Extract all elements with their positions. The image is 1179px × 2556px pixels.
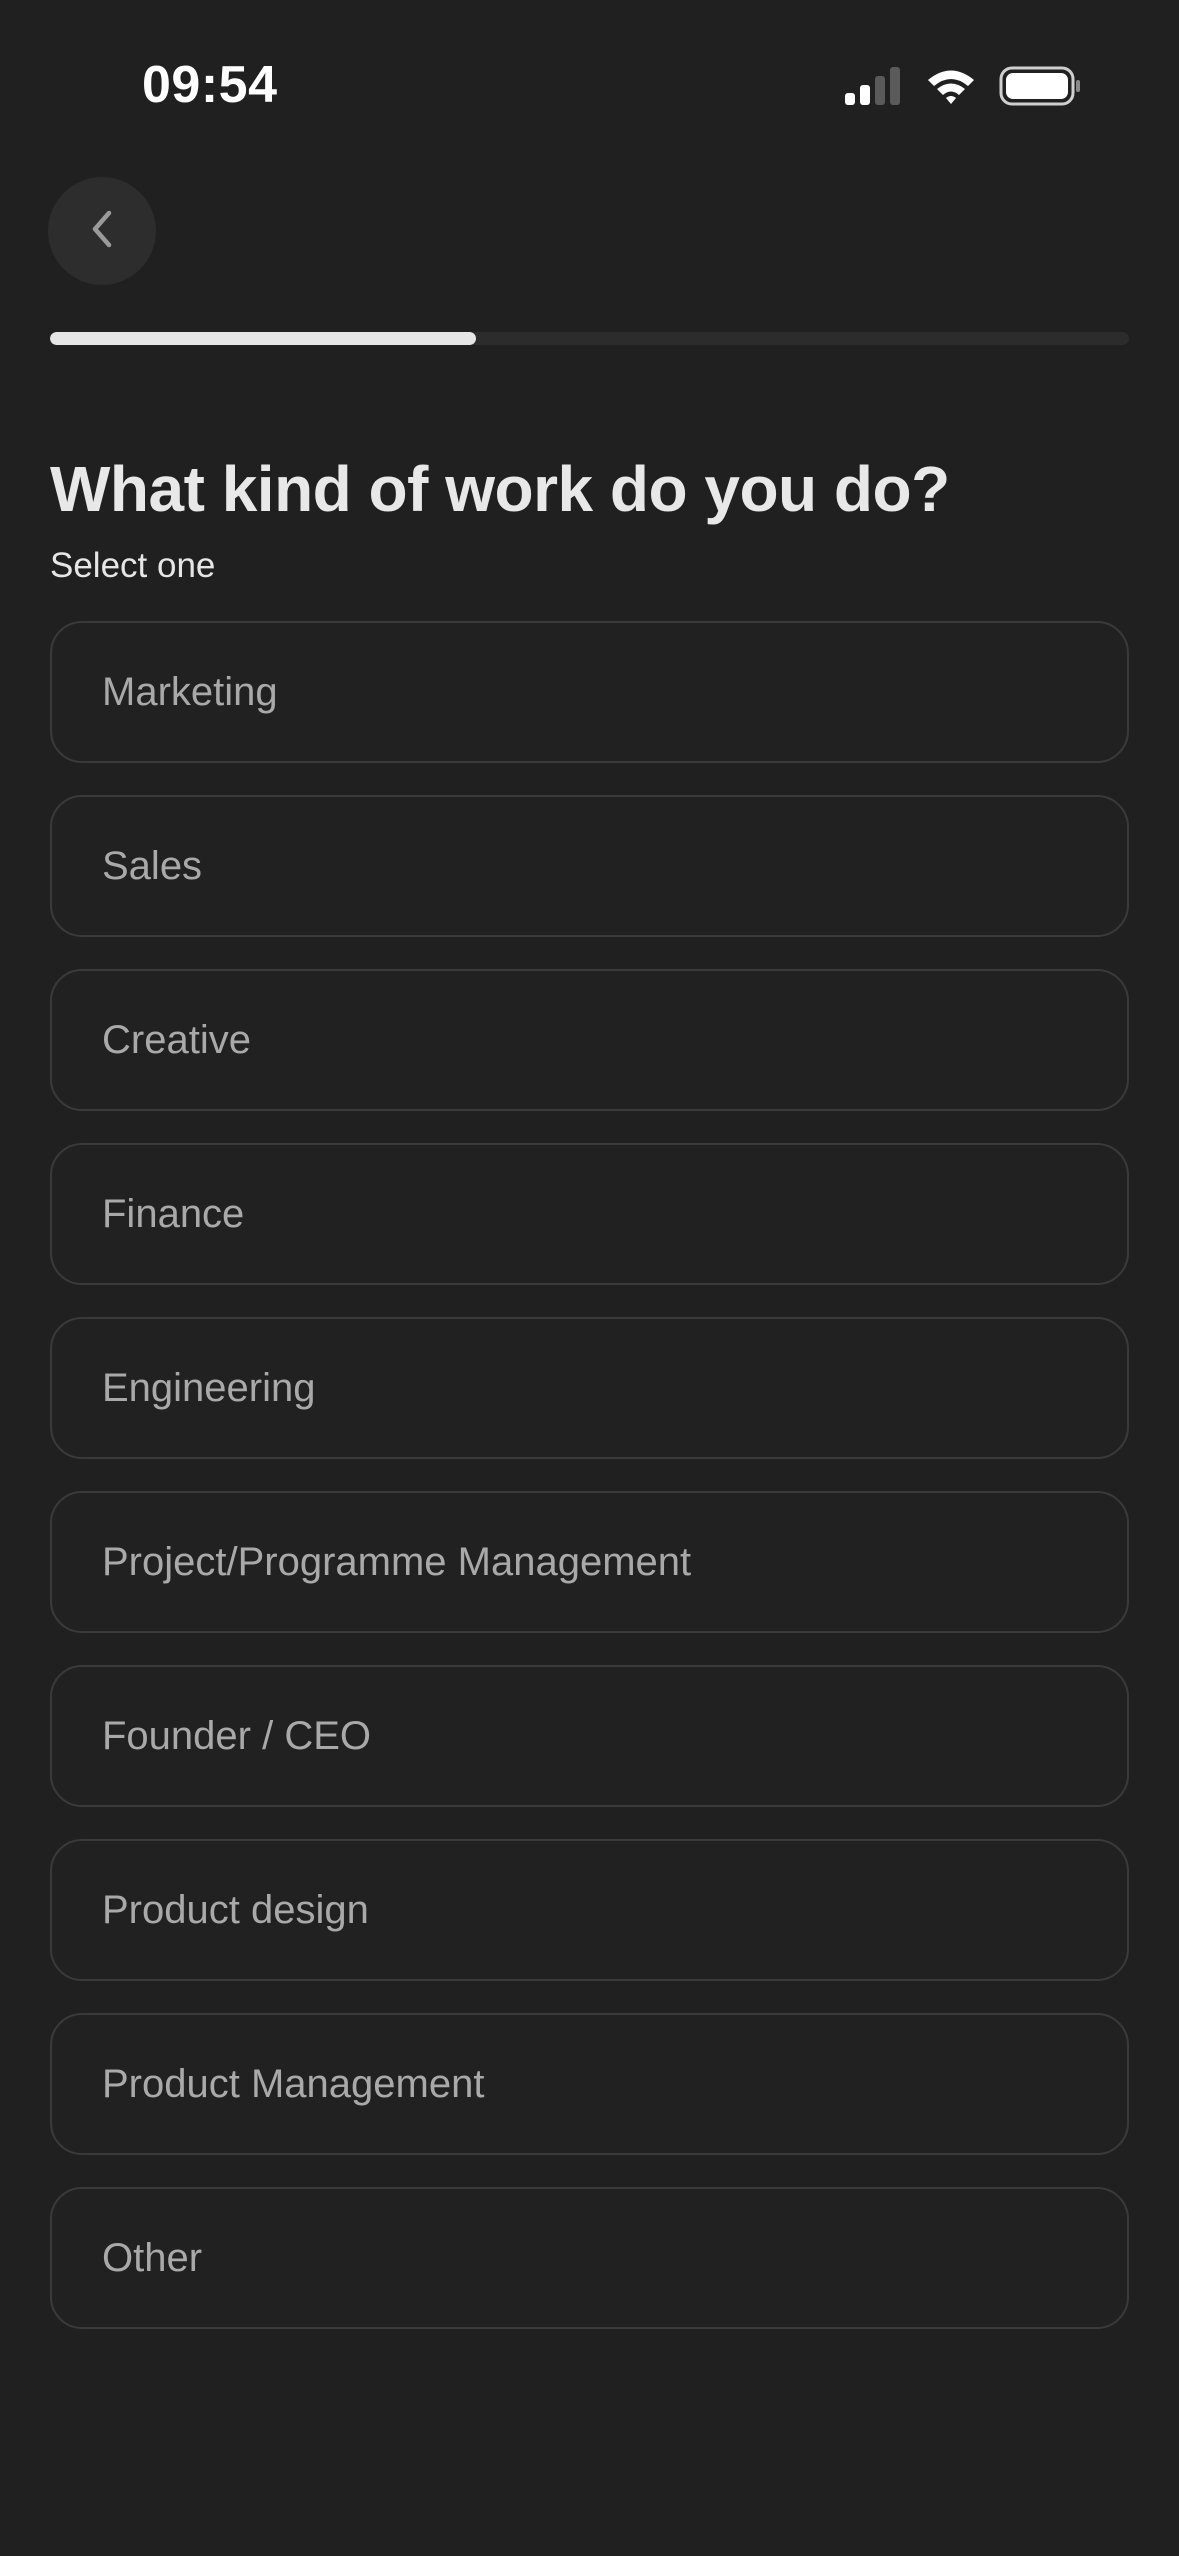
- wifi-icon: [925, 67, 977, 110]
- status-time: 09:54: [142, 56, 278, 114]
- option-project-management[interactable]: Project/Programme Management: [50, 1491, 1129, 1633]
- option-finance[interactable]: Finance: [50, 1143, 1129, 1285]
- progress-fill: [50, 332, 477, 345]
- option-creative[interactable]: Creative: [50, 969, 1129, 1111]
- option-engineering[interactable]: Engineering: [50, 1317, 1129, 1459]
- option-product-design[interactable]: Product design: [50, 1839, 1129, 1981]
- progress-bar: [50, 332, 1129, 345]
- option-founder-ceo[interactable]: Founder / CEO: [50, 1665, 1129, 1807]
- chevron-left-icon: [85, 207, 119, 256]
- page-title: What kind of work do you do?: [50, 453, 950, 525]
- option-product-management[interactable]: Product Management: [50, 2013, 1129, 2155]
- option-other[interactable]: Other: [50, 2187, 1129, 2329]
- back-button[interactable]: [48, 177, 156, 285]
- option-marketing[interactable]: Marketing: [50, 621, 1129, 763]
- cellular-signal-icon: [845, 67, 903, 110]
- options-list: Marketing Sales Creative Finance Enginee…: [50, 621, 1129, 2329]
- battery-icon: [999, 66, 1081, 111]
- status-bar: 09:54: [0, 0, 1179, 150]
- page-subtitle: Select one: [50, 546, 216, 585]
- status-icons: [845, 66, 1081, 111]
- option-sales[interactable]: Sales: [50, 795, 1129, 937]
